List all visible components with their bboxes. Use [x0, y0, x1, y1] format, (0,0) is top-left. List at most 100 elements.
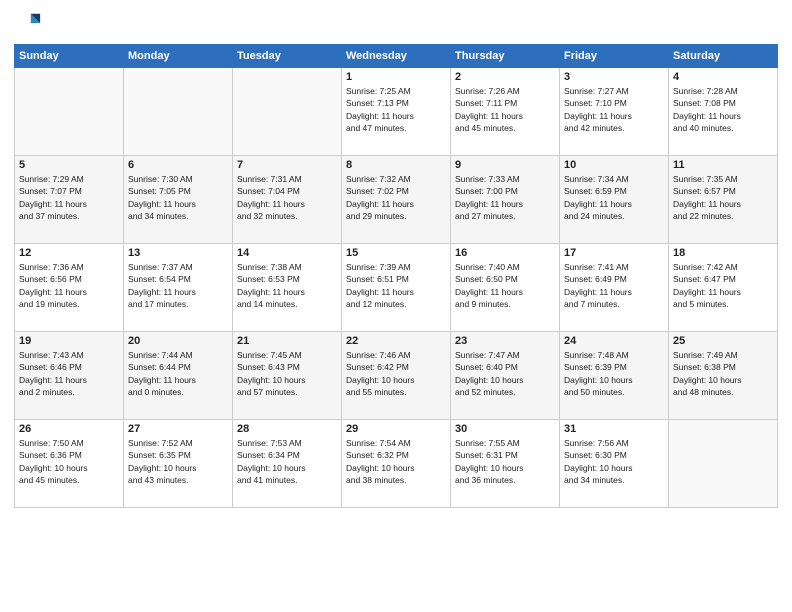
day-number: 31: [564, 423, 664, 435]
day-info-line: Sunset: 6:46 PM: [19, 361, 119, 373]
day-number: 20: [128, 335, 228, 347]
day-info-line: Sunset: 7:05 PM: [128, 185, 228, 197]
day-info-line: Daylight: 10 hours: [455, 462, 555, 474]
day-number: 12: [19, 247, 119, 259]
calendar-cell: 6Sunrise: 7:30 AMSunset: 7:05 PMDaylight…: [124, 156, 233, 244]
day-info-line: Sunset: 6:43 PM: [237, 361, 337, 373]
calendar-cell: 20 Sunrise: 7:44 AMSunset: 6:44 PMDayligh…: [124, 332, 233, 420]
day-number: 18: [673, 247, 773, 259]
day-info-line: Sunrise: 7:25 AM: [346, 85, 446, 97]
header: [14, 10, 778, 38]
day-info-line: and 52 minutes.: [455, 386, 555, 398]
day-info-line: Daylight: 11 hours: [237, 286, 337, 298]
day-number: 24: [564, 335, 664, 347]
day-number: 14: [237, 247, 337, 259]
day-info-line: Sunset: 7:00 PM: [455, 185, 555, 197]
calendar-cell: 29Sunrise: 7:54 AMSunset: 6:32 PMDayligh…: [342, 420, 451, 508]
calendar-table: SundayMondayTuesdayWednesdayThursdayFrid…: [14, 44, 778, 508]
day-info-line: and 7 minutes.: [564, 298, 664, 310]
day-info-line: and 0 minutes.: [128, 386, 228, 398]
calendar-week-1: 1Sunrise: 7:25 AMSunset: 7:13 PMDaylight…: [15, 68, 778, 156]
day-info-line: Sunrise: 7:34 AM: [564, 173, 664, 185]
day-info-line: Sunset: 6:50 PM: [455, 273, 555, 285]
day-info: Sunrise: 7:28 AMSunset: 7:08 PMDaylight:…: [673, 85, 773, 134]
calendar-cell: 19Sunrise: 7:43 AMSunset: 6:46 PMDayligh…: [15, 332, 124, 420]
day-info-line: Sunrise: 7:30 AM: [128, 173, 228, 185]
day-number: 13: [128, 247, 228, 259]
day-number: 26: [19, 423, 119, 435]
day-info: Sunrise: 7:35 AMSunset: 6:57 PMDaylight:…: [673, 173, 773, 222]
day-info-line: and 24 minutes.: [564, 210, 664, 222]
day-info-line: and 42 minutes.: [564, 122, 664, 134]
day-info-line: Sunrise: 7:38 AM: [237, 261, 337, 273]
day-info-line: Daylight: 11 hours: [564, 286, 664, 298]
day-info-line: Daylight: 11 hours: [346, 286, 446, 298]
day-info-line: Sunset: 7:13 PM: [346, 97, 446, 109]
day-number: 1: [346, 71, 446, 83]
day-info-line: Sunset: 6:36 PM: [19, 449, 119, 461]
day-info-line: Sunrise: 7:36 AM: [19, 261, 119, 273]
calendar-cell: 25Sunrise: 7:49 AMSunset: 6:38 PMDayligh…: [669, 332, 778, 420]
calendar-cell: 14 Sunrise: 7:38 AMSunset: 6:53 PMDayligh…: [233, 244, 342, 332]
day-info-line: and 34 minutes.: [564, 474, 664, 486]
weekday-header-tuesday: Tuesday: [233, 45, 342, 68]
day-info-line: Daylight: 11 hours: [673, 198, 773, 210]
calendar-cell: 23Sunrise: 7:47 AMSunset: 6:40 PMDayligh…: [451, 332, 560, 420]
calendar-cell: 21Sunrise: 7:45 AMSunset: 6:43 PMDayligh…: [233, 332, 342, 420]
day-number: 4: [673, 71, 773, 83]
day-info: Sunrise: 7:45 AMSunset: 6:43 PMDaylight:…: [237, 349, 337, 398]
day-info: Sunrise: 7:44 AMSunset: 6:44 PMDaylight:…: [128, 349, 228, 398]
day-info: Sunrise: 7:30 AMSunset: 7:05 PMDaylight:…: [128, 173, 228, 222]
day-info-line: Sunset: 6:53 PM: [237, 273, 337, 285]
day-info-line: Sunset: 6:59 PM: [564, 185, 664, 197]
calendar-cell: [15, 68, 124, 156]
day-info: Sunrise: 7:42 AMSunset: 6:47 PMDaylight:…: [673, 261, 773, 310]
day-info-line: Daylight: 11 hours: [237, 198, 337, 210]
day-number: 22: [346, 335, 446, 347]
calendar-cell: 3Sunrise: 7:27 AMSunset: 7:10 PMDaylight…: [560, 68, 669, 156]
calendar-cell: 8Sunrise: 7:32 AMSunset: 7:02 PMDaylight…: [342, 156, 451, 244]
day-info-line: Sunrise: 7:44 AM: [128, 349, 228, 361]
day-info-line: Daylight: 11 hours: [564, 198, 664, 210]
day-info-line: and 50 minutes.: [564, 386, 664, 398]
day-info-line: Daylight: 11 hours: [455, 110, 555, 122]
day-info-line: Daylight: 10 hours: [19, 462, 119, 474]
day-info-line: Sunset: 6:57 PM: [673, 185, 773, 197]
day-info: Sunrise: 7:29 AMSunset: 7:07 PMDaylight:…: [19, 173, 119, 222]
day-info-line: Sunset: 6:56 PM: [19, 273, 119, 285]
day-info-line: Daylight: 11 hours: [346, 110, 446, 122]
day-info-line: Daylight: 11 hours: [673, 286, 773, 298]
day-info-line: and 43 minutes.: [128, 474, 228, 486]
day-info-line: Sunset: 7:02 PM: [346, 185, 446, 197]
day-info-line: Daylight: 11 hours: [455, 198, 555, 210]
day-info-line: Sunset: 6:51 PM: [346, 273, 446, 285]
page-container: SundayMondayTuesdayWednesdayThursdayFrid…: [0, 0, 792, 514]
calendar-cell: 28Sunrise: 7:53 AMSunset: 6:34 PMDayligh…: [233, 420, 342, 508]
day-number: 5: [19, 159, 119, 171]
calendar-cell: 24Sunrise: 7:48 AMSunset: 6:39 PMDayligh…: [560, 332, 669, 420]
weekday-header-sunday: Sunday: [15, 45, 124, 68]
day-number: 29: [346, 423, 446, 435]
day-info-line: Sunrise: 7:42 AM: [673, 261, 773, 273]
calendar-cell: 27Sunrise: 7:52 AMSunset: 6:35 PMDayligh…: [124, 420, 233, 508]
day-info: Sunrise: 7:49 AMSunset: 6:38 PMDaylight:…: [673, 349, 773, 398]
calendar-cell: 1 Sunrise: 7:25 AMSunset: 7:13 PMDaylight…: [342, 68, 451, 156]
day-number: 27: [128, 423, 228, 435]
day-number: 16: [455, 247, 555, 259]
day-info-line: Sunset: 6:49 PM: [564, 273, 664, 285]
day-info-line: Sunrise: 7:54 AM: [346, 437, 446, 449]
day-info-line: and 41 minutes.: [237, 474, 337, 486]
day-info-line: and 34 minutes.: [128, 210, 228, 222]
day-info-line: Daylight: 11 hours: [19, 374, 119, 386]
calendar-cell: 10Sunrise: 7:34 AMSunset: 6:59 PMDayligh…: [560, 156, 669, 244]
day-info-line: Sunrise: 7:48 AM: [564, 349, 664, 361]
day-number: 28: [237, 423, 337, 435]
day-info-line: Sunrise: 7:47 AM: [455, 349, 555, 361]
day-info-line: Daylight: 11 hours: [128, 286, 228, 298]
day-info-line: and 12 minutes.: [346, 298, 446, 310]
day-info-line: and 40 minutes.: [673, 122, 773, 134]
calendar-cell: 11Sunrise: 7:35 AMSunset: 6:57 PMDayligh…: [669, 156, 778, 244]
day-info-line: Sunrise: 7:40 AM: [455, 261, 555, 273]
day-info-line: and 9 minutes.: [455, 298, 555, 310]
day-info-line: and 17 minutes.: [128, 298, 228, 310]
